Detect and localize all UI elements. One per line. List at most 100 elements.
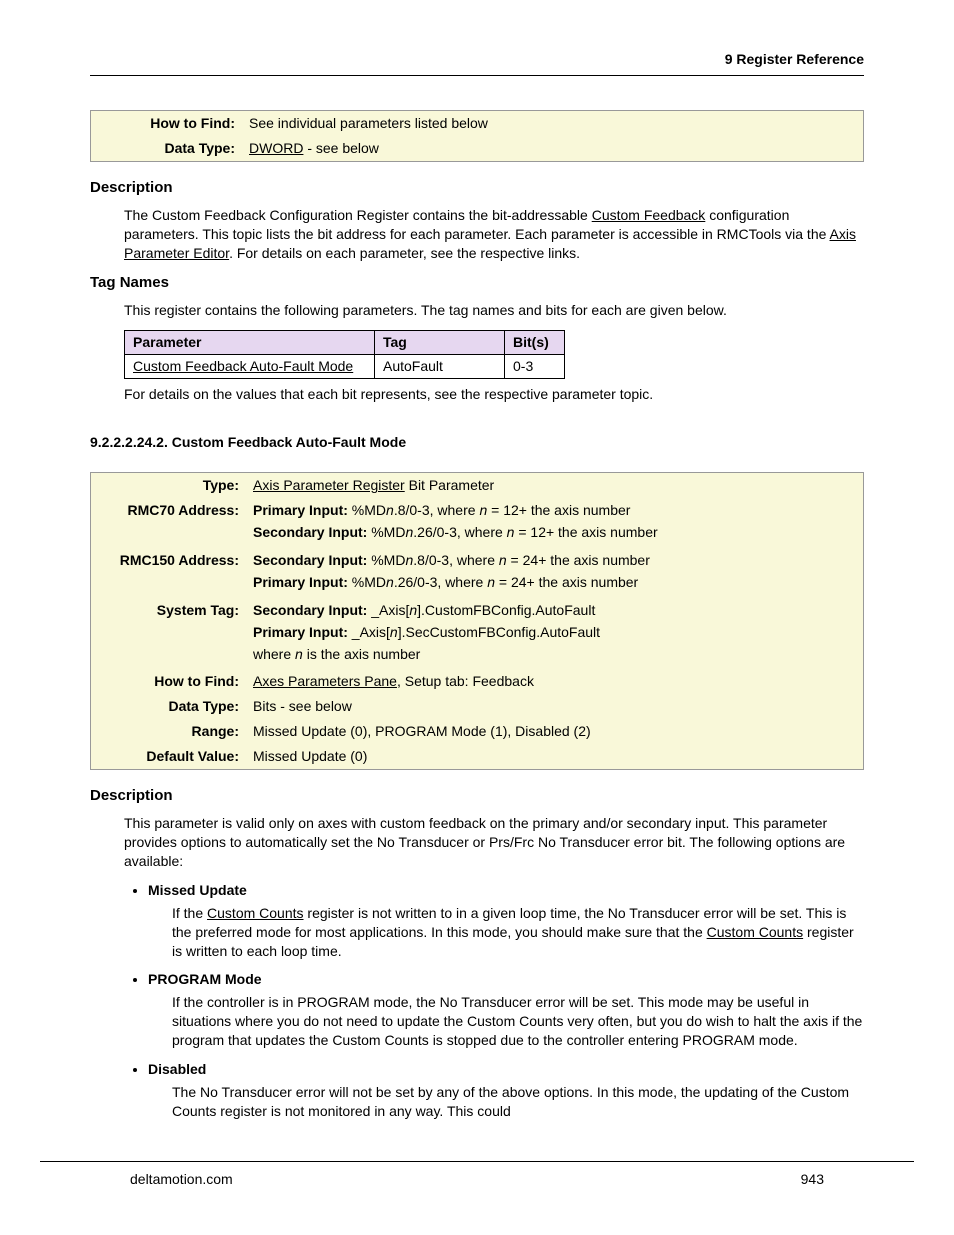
custom-counts-link[interactable]: Custom Counts xyxy=(207,905,303,921)
info-value: Secondary Input: %MDn.8/0-3, where n = 2… xyxy=(253,551,857,595)
label-bold: Primary Input: xyxy=(253,574,352,590)
text: = 12+ the axis number xyxy=(514,524,657,540)
info-row-systag: System Tag: Secondary Input: _Axis[n].Cu… xyxy=(91,598,863,670)
label-bold: Secondary Input: xyxy=(253,602,371,618)
info-row-type: Type: Axis Parameter Register Bit Parame… xyxy=(91,473,863,498)
label-bold: Primary Input: xyxy=(253,624,352,640)
description-paragraph: The Custom Feedback Configuration Regist… xyxy=(124,206,864,263)
label-bold: Secondary Input: xyxy=(253,524,371,540)
custom-counts-link[interactable]: Custom Counts xyxy=(707,924,803,940)
info-label: RMC150 Address: xyxy=(97,551,253,595)
info-label: Data Type: xyxy=(97,139,249,158)
systag-line-2: Primary Input: _Axis[n].SecCustomFBConfi… xyxy=(253,623,857,642)
option-missed-update: Missed Update If the Custom Counts regis… xyxy=(148,881,864,961)
rmc70-line-1: Primary Input: %MDn.8/0-3, where n = 12+… xyxy=(253,501,857,520)
heading-description-2: Description xyxy=(90,786,864,806)
info-label: How to Find: xyxy=(97,672,253,691)
info-row-datatype: Data Type: DWORD - see below xyxy=(91,136,863,161)
text: .26/0-3, where xyxy=(394,574,487,590)
var-n: n xyxy=(499,552,507,568)
option-disabled: Disabled The No Transducer error will no… xyxy=(148,1060,864,1121)
info-value: Missed Update (0) xyxy=(253,747,857,766)
info-value: See individual parameters listed below xyxy=(249,114,857,133)
text: .8/0-3, where xyxy=(413,552,499,568)
info-label: Data Type: xyxy=(97,697,253,716)
page-footer: deltamotion.com 943 xyxy=(40,1161,914,1189)
section-number-title: 9.2.2.2.24.2. Custom Feedback Auto-Fault… xyxy=(90,433,864,452)
text: , Setup tab: Feedback xyxy=(397,673,534,689)
option-title: Disabled xyxy=(148,1060,864,1079)
heading-description: Description xyxy=(90,178,864,198)
text: %MD xyxy=(352,574,386,590)
info-value: Secondary Input: _Axis[n ].CustomFBConfig… xyxy=(253,601,857,667)
table-header-row: Parameter Tag Bit(s) xyxy=(125,330,565,354)
label-bold: Secondary Input: xyxy=(253,552,371,568)
text: The Custom Feedback Configuration Regist… xyxy=(124,207,592,223)
td-parameter: Custom Feedback Auto-Fault Mode xyxy=(125,354,375,378)
custom-feedback-link[interactable]: Custom Feedback xyxy=(592,207,706,223)
info-row-range: Range: Missed Update (0), PROGRAM Mode (… xyxy=(91,719,863,744)
info-row-howto: How to Find: See individual parameters l… xyxy=(91,111,863,136)
info-row-rmc150: RMC150 Address: Secondary Input: %MDn.8/… xyxy=(91,548,863,598)
var-n: n xyxy=(386,502,394,518)
page: 9 Register Reference How to Find: See in… xyxy=(0,0,954,1171)
option-body: If the controller is in PROGRAM mode, th… xyxy=(172,993,864,1050)
option-program-mode: PROGRAM Mode If the controller is in PRO… xyxy=(148,970,864,1050)
options-list: Missed Update If the Custom Counts regis… xyxy=(124,881,864,1121)
rmc150-line-1: Secondary Input: %MDn.8/0-3, where n = 2… xyxy=(253,551,857,570)
text: . For details on each parameter, see the… xyxy=(229,245,580,261)
info-box-2: Type: Axis Parameter Register Bit Parame… xyxy=(90,472,864,770)
info-value: DWORD - see below xyxy=(249,139,857,158)
info-value: Bits - see below xyxy=(253,697,857,716)
var-n: n xyxy=(390,624,398,640)
text: is the axis number xyxy=(303,646,421,662)
info-row-rmc70: RMC70 Address: Primary Input: %MDn.8/0-3… xyxy=(91,498,863,548)
running-head: 9 Register Reference xyxy=(90,50,864,76)
info-row-default: Default Value: Missed Update (0) xyxy=(91,744,863,769)
footer-left: deltamotion.com xyxy=(130,1170,233,1189)
tag-note: For details on the values that each bit … xyxy=(124,385,864,404)
info-value: Missed Update (0), PROGRAM Mode (1), Dis… xyxy=(253,722,857,741)
th-parameter: Parameter xyxy=(125,330,375,354)
info-value: Axes Parameters Pane, Setup tab: Feedbac… xyxy=(253,672,857,691)
systag-line-3: where n is the axis number xyxy=(253,645,857,664)
dword-link[interactable]: DWORD xyxy=(249,140,303,156)
text: Bit Parameter xyxy=(405,477,494,493)
text: = 24+ the axis number xyxy=(495,574,638,590)
var-n: n xyxy=(487,574,495,590)
text: %MD xyxy=(352,502,386,518)
rmc70-line-2: Secondary Input: %MDn.26/0-3, where n = … xyxy=(253,523,857,542)
text: .8/0-3, where xyxy=(394,502,480,518)
text: If the xyxy=(172,905,207,921)
option-title: PROGRAM Mode xyxy=(148,970,864,989)
text: _Axis[ xyxy=(371,602,409,618)
text: .26/0-3, where xyxy=(413,524,506,540)
td-tag: AutoFault xyxy=(375,354,505,378)
info-label: How to Find: xyxy=(97,114,249,133)
text: where xyxy=(253,646,295,662)
info-row-datatype: Data Type: Bits - see below xyxy=(91,694,863,719)
option-title: Missed Update xyxy=(148,881,864,900)
var-n: n xyxy=(386,574,394,590)
info-value-suffix: - see below xyxy=(303,140,378,156)
text: ].CustomFBConfig.AutoFault xyxy=(417,602,595,618)
info-label: Type: xyxy=(97,476,253,495)
info-label: Range: xyxy=(97,722,253,741)
rmc150-line-2: Primary Input: %MDn.26/0-3, where n = 24… xyxy=(253,573,857,592)
systag-line-1: Secondary Input: _Axis[n].CustomFBConfig… xyxy=(253,601,857,620)
axis-parameter-register-link[interactable]: Axis Parameter Register xyxy=(253,477,405,493)
info-row-howto: How to Find: Axes Parameters Pane, Setup… xyxy=(91,669,863,694)
axes-parameters-pane-link[interactable]: Axes Parameters Pane xyxy=(253,673,397,689)
text: %MD xyxy=(371,552,405,568)
info-value: Axis Parameter Register Bit Parameter xyxy=(253,476,857,495)
th-tag: Tag xyxy=(375,330,505,354)
heading-tag-names: Tag Names xyxy=(90,273,864,293)
var-n: n xyxy=(295,646,303,662)
text: ].SecCustomFBConfig.AutoFault xyxy=(398,624,600,640)
footer-page-number: 943 xyxy=(801,1170,824,1189)
tag-names-intro: This register contains the following par… xyxy=(124,301,864,320)
info-label: RMC70 Address: xyxy=(97,501,253,545)
text: = 24+ the axis number xyxy=(507,552,650,568)
option-body: If the Custom Counts register is not wri… xyxy=(172,904,864,961)
custom-feedback-auto-fault-link[interactable]: Custom Feedback Auto-Fault Mode xyxy=(133,358,353,374)
